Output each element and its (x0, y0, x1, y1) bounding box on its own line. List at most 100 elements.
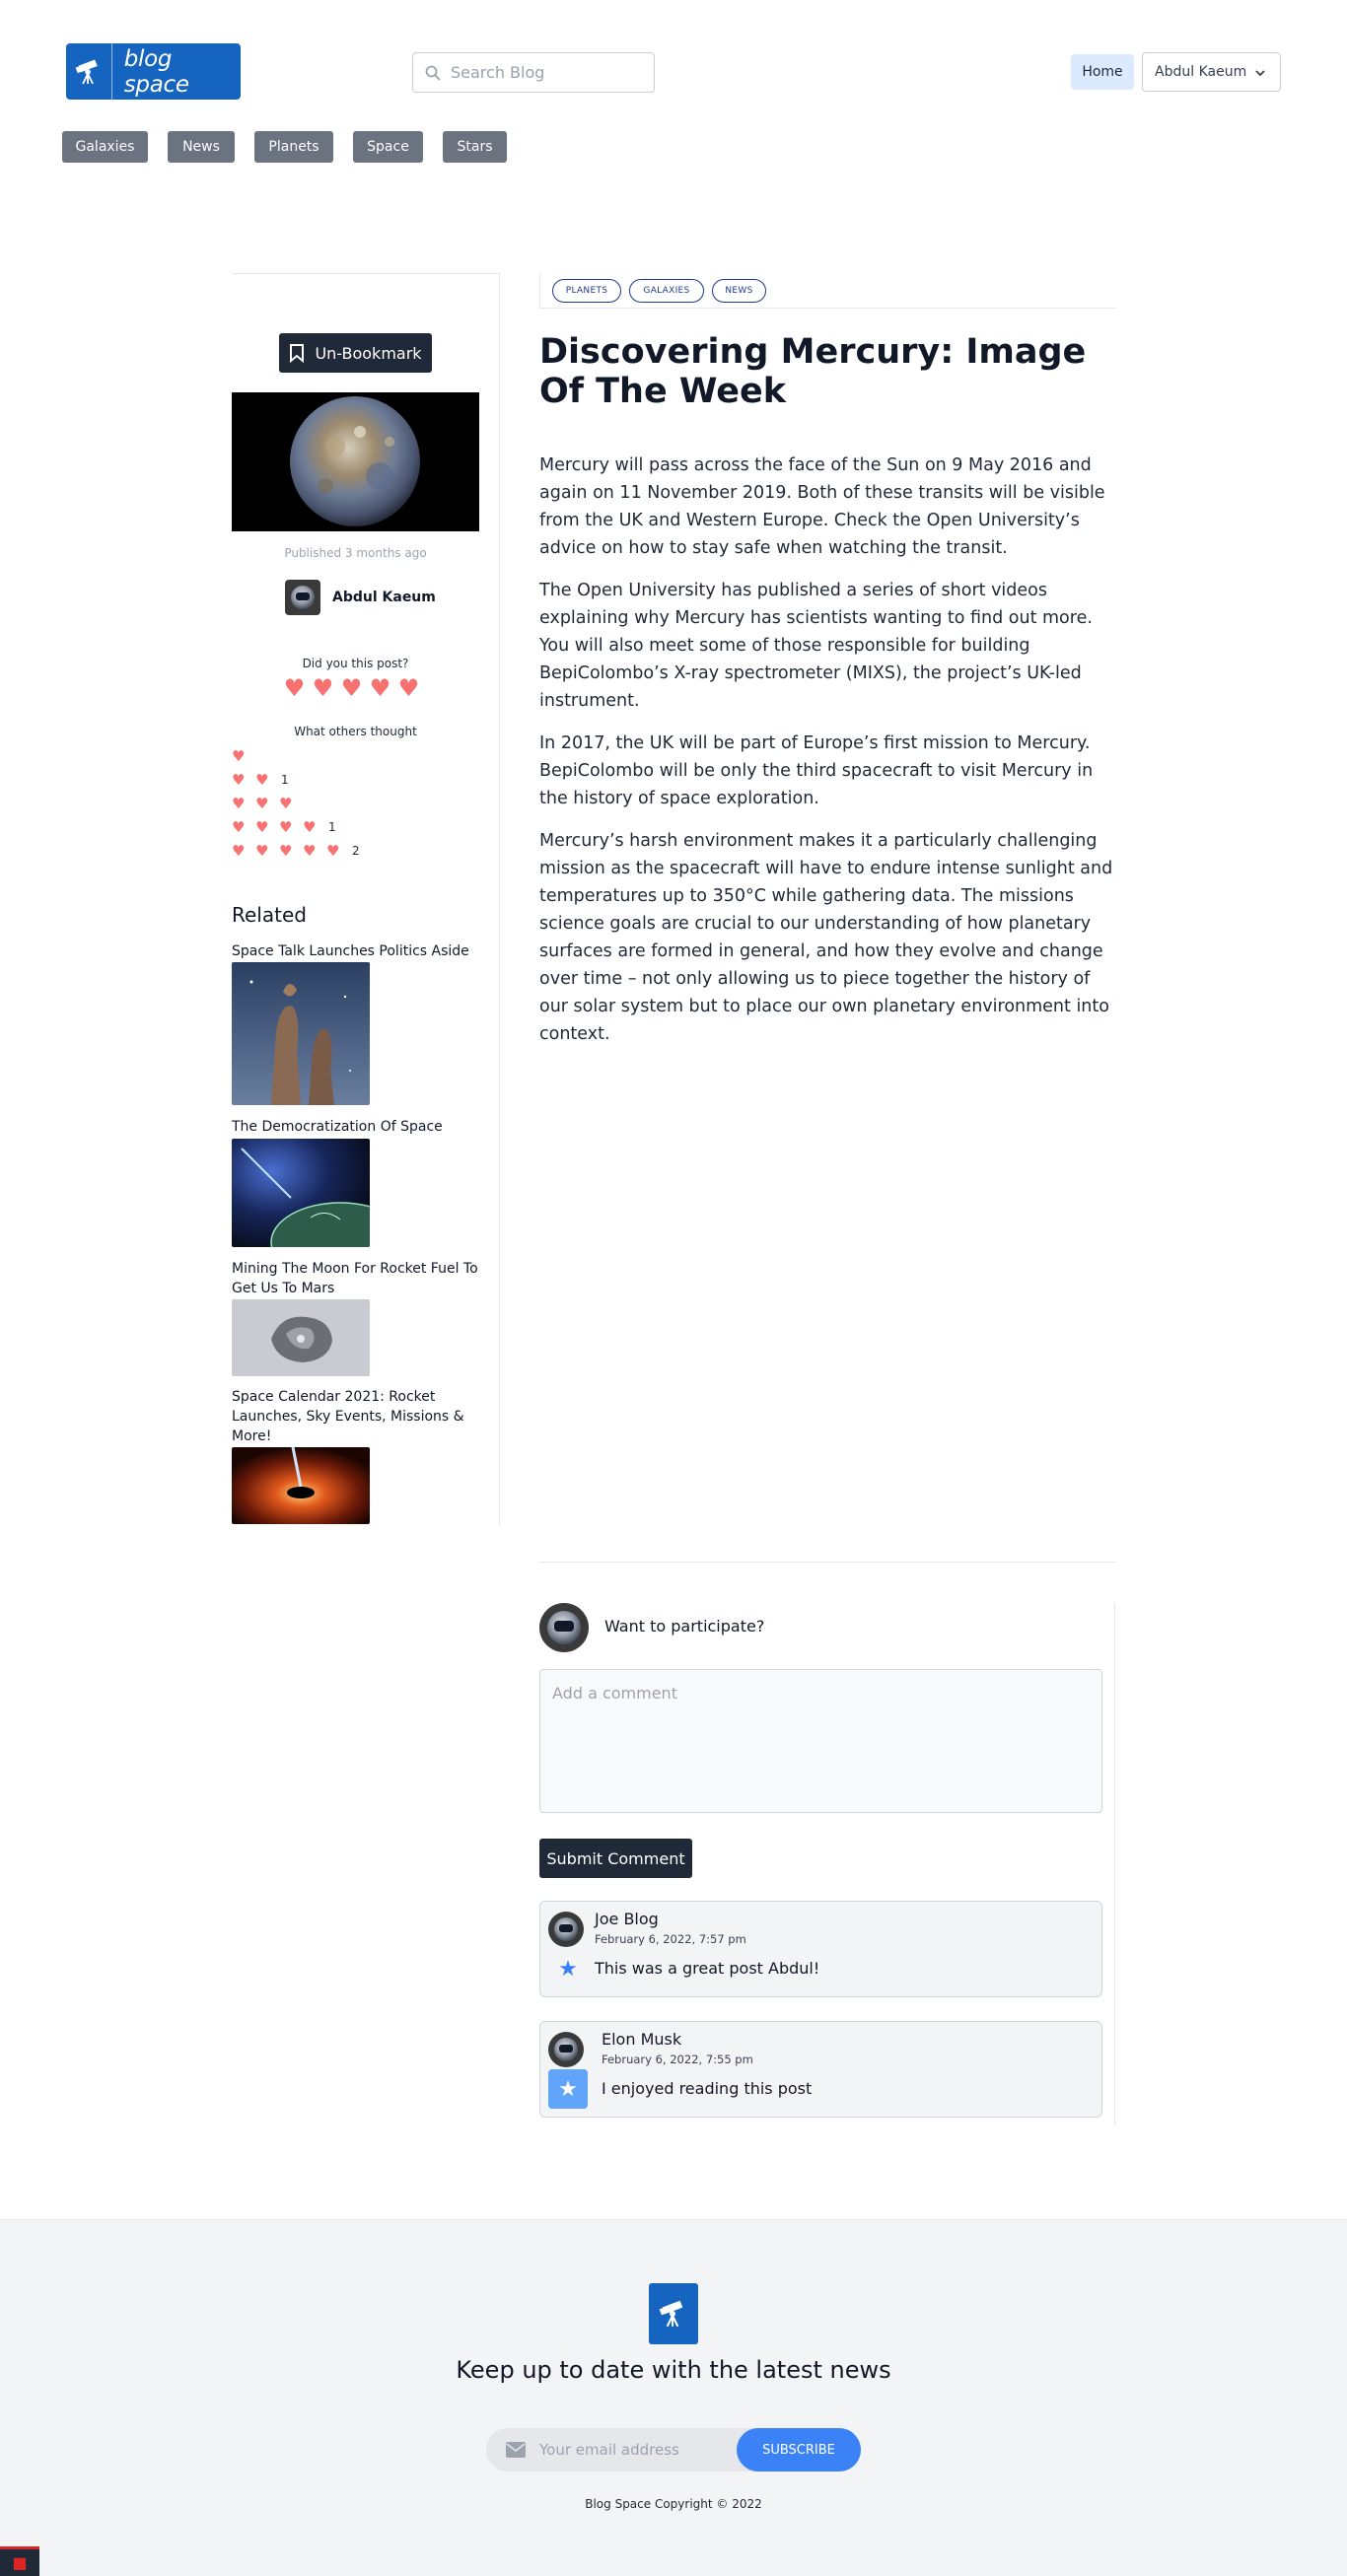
participate-prompt: Want to participate? (604, 1617, 765, 1636)
rating-count: 1 (281, 773, 289, 787)
rating-row-1: ♥ (232, 744, 360, 768)
comment-item: Joe Blog February 6, 2022, 7:57 pm ★ Thi… (539, 1901, 1102, 1997)
comments-border (1114, 1603, 1115, 2125)
copyright: Blog Space Copyright © 2022 (585, 2497, 762, 2511)
published-date: Published 3 months ago (284, 546, 427, 560)
site-brand: blog space (123, 45, 189, 98)
avatar (548, 1912, 584, 1947)
heart-icon: ♥ (303, 818, 317, 836)
email-input[interactable] (539, 2441, 727, 2459)
heart-icon: ♥ (232, 771, 246, 789)
related-link[interactable]: Mining The Moon For Rocket Fuel To Get U… (232, 1259, 478, 1298)
category-news[interactable]: News (168, 131, 235, 163)
subscribe-button[interactable]: SUBSCRIBE (737, 2428, 861, 2472)
search-input[interactable] (451, 63, 638, 82)
category-stars[interactable]: Stars (443, 131, 507, 163)
heart-icon: ♥ (255, 771, 269, 789)
category-space[interactable]: Space (353, 131, 423, 163)
category-nav: Galaxies News Planets Space Stars (62, 131, 527, 163)
rating-count: 1 (328, 820, 336, 834)
related-image[interactable] (232, 1447, 370, 1524)
category-galaxies[interactable]: Galaxies (62, 131, 148, 163)
comment-item: Elon Musk February 6, 2022, 7:55 pm ★ I … (539, 2021, 1102, 2118)
avatar (548, 2032, 584, 2067)
tag-galaxies[interactable]: GALAXIES (629, 278, 704, 303)
heart-icon: ♥ (279, 818, 293, 836)
related-image[interactable] (232, 1139, 370, 1247)
comment-date: February 6, 2022, 7:57 pm (595, 1932, 746, 1946)
unbookmark-button[interactable]: Un-Bookmark (279, 333, 432, 373)
user-menu-label: Abdul Kaeum (1155, 64, 1247, 80)
star-icon[interactable]: ★ (548, 2069, 588, 2109)
post-paragraph: Mercury will pass across the face of the… (539, 455, 1105, 558)
related-link[interactable]: The Democratization Of Space (232, 1117, 478, 1137)
heart-icon: ♥ (303, 842, 317, 860)
heart-icon[interactable]: ♥ (366, 675, 394, 701)
post-title: Discovering Mercury: Image Of The Week (539, 332, 1087, 411)
comment-input[interactable] (539, 1669, 1102, 1813)
heart-icon: ♥ (232, 795, 246, 812)
site-logo[interactable]: blog space (66, 43, 241, 100)
category-planets[interactable]: Planets (254, 131, 333, 163)
featured-image-mercury (232, 392, 479, 531)
heart-icon: ♥ (255, 818, 269, 836)
star-icon[interactable]: ★ (548, 1949, 588, 1988)
heart-icon[interactable]: ♥ (280, 675, 309, 701)
avatar (539, 1603, 589, 1652)
comment-text: I enjoyed reading this post (602, 2079, 813, 2098)
comment-date: February 6, 2022, 7:55 pm (602, 2053, 753, 2066)
tag-news[interactable]: NEWS (712, 278, 766, 303)
telescope-icon (66, 43, 112, 100)
search-icon (425, 65, 441, 81)
heart-icon: ♥ (255, 842, 269, 860)
heart-icon: ♥ (232, 818, 246, 836)
telescope-icon (649, 2283, 698, 2344)
related-image[interactable] (232, 962, 370, 1105)
comment-author: Joe Blog (595, 1910, 659, 1928)
heart-icon[interactable]: ♥ (309, 675, 337, 701)
related-link[interactable]: Space Talk Launches Politics Aside (232, 941, 478, 961)
post-paragraph: The Open University has published a seri… (539, 581, 1093, 711)
debug-toolbar-icon[interactable]: ■ (0, 2546, 39, 2576)
tag-planets[interactable]: PLANETS (552, 278, 621, 303)
rate-prompt: Did you this post? (302, 657, 409, 670)
heart-icon[interactable]: ♥ (394, 675, 423, 701)
comment-author: Elon Musk (602, 2030, 682, 2049)
comment-text: This was a great post Abdul! (595, 1959, 820, 1978)
chevron-down-icon (1255, 70, 1265, 77)
rating-row-3: ♥ ♥ ♥ (232, 792, 360, 815)
heart-icon: ♥ (279, 795, 293, 812)
author-info[interactable]: Abdul Kaeum (285, 580, 436, 615)
rating-distribution: ♥ ♥ ♥ 1 ♥ ♥ ♥ ♥ ♥ ♥ ♥ 1 ♥ ♥ ♥ ♥ ♥ 2 (232, 744, 360, 863)
newsletter-heading: Keep up to date with the latest news (456, 2356, 891, 2384)
comments-divider (539, 1562, 1116, 1563)
rating-row-5: ♥ ♥ ♥ ♥ ♥ 2 (232, 839, 360, 863)
rating-input: ♥ ♥ ♥ ♥ ♥ (280, 675, 423, 701)
user-menu-dropdown[interactable]: Abdul Kaeum (1142, 52, 1281, 92)
related-link[interactable]: Space Calendar 2021: Rocket Launches, Sk… (232, 1387, 478, 1446)
rating-count: 2 (352, 844, 360, 858)
post-body: Mercury will pass across the face of the… (539, 452, 1116, 1063)
rating-row-2: ♥ ♥ 1 (232, 768, 360, 792)
avatar (285, 580, 320, 615)
unbookmark-label: Un-Bookmark (315, 343, 422, 363)
site-footer (0, 2219, 1347, 2576)
rating-row-4: ♥ ♥ ♥ ♥ 1 (232, 815, 360, 839)
heart-icon: ♥ (326, 842, 340, 860)
bookmark-icon (290, 344, 305, 363)
search-box[interactable] (412, 52, 655, 93)
others-thought-label: What others thought (294, 725, 417, 738)
post-paragraph: In 2017, the UK will be part of Europe’s… (539, 733, 1094, 808)
related-image[interactable] (232, 1299, 370, 1376)
mail-icon (506, 2442, 526, 2458)
post-paragraph: Mercury’s harsh environment makes it a p… (539, 831, 1113, 1044)
heart-icon: ♥ (232, 747, 246, 765)
home-button[interactable]: Home (1071, 54, 1134, 90)
heart-icon: ♥ (255, 795, 269, 812)
related-heading: Related (232, 903, 307, 927)
submit-comment-button[interactable]: Submit Comment (539, 1839, 692, 1878)
heart-icon[interactable]: ♥ (337, 675, 366, 701)
heart-icon: ♥ (279, 842, 293, 860)
author-name: Abdul Kaeum (332, 590, 436, 605)
post-tags: PLANETS GALAXIES NEWS (539, 273, 1116, 309)
